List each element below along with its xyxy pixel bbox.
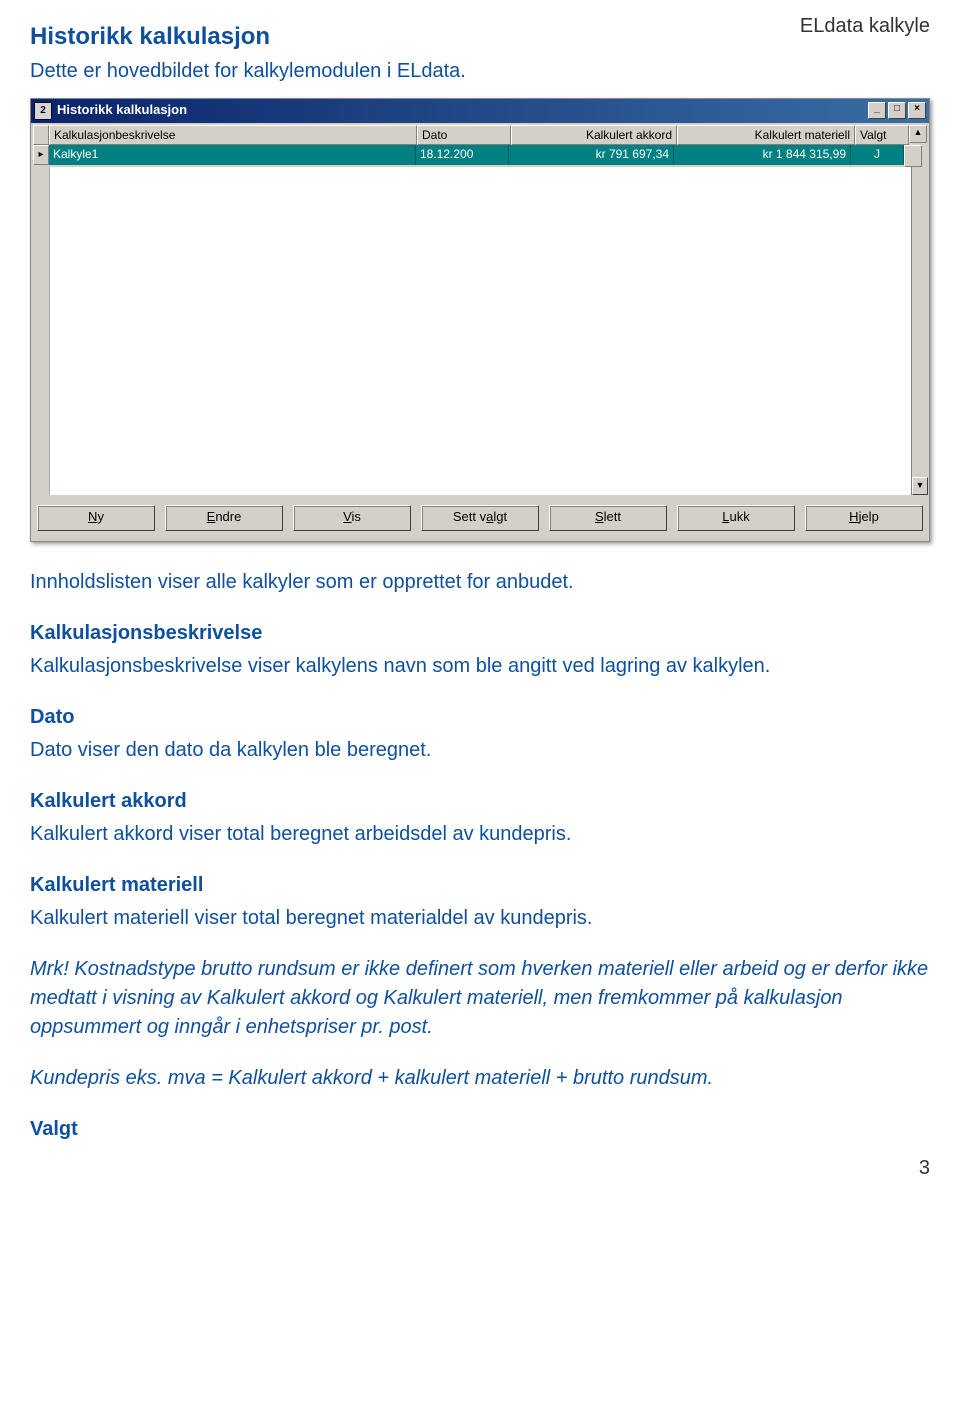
col-akkord[interactable]: Kalkulert akkord [511,125,677,145]
page-title: Historikk kalkulasjon [30,20,930,55]
vertical-scrollbar[interactable]: ▼ [911,167,928,495]
window-icon: 2 [34,102,52,120]
sett-valgt-button[interactable]: Sett valgt [421,505,539,531]
data-grid: Kalkulasjonbeskrivelse Dato Kalkulert ak… [31,123,929,497]
cell-akkord: kr 791 697,34 [509,145,674,165]
titlebar: 2 Historikk kalkulasjon _ □ × [31,99,929,123]
cell-dato: 18.12.200 [416,145,509,165]
heading-materiell: Kalkulert materiell [30,871,930,900]
para-materiell: Kalkulert materiell viser total beregnet… [30,904,930,933]
grid-corner [33,125,49,145]
maximize-button[interactable]: □ [888,102,906,119]
para-intro: Innholdslisten viser alle kalkyler som e… [30,568,930,597]
scroll-down-icon[interactable]: ▼ [912,477,928,495]
grid-body-empty: ▼ [49,167,927,495]
minimize-button[interactable]: _ [868,102,886,119]
lukk-button[interactable]: Lukk [677,505,795,531]
heading-akkord: Kalkulert akkord [30,787,930,816]
scroll-up-icon[interactable]: ▲ [909,125,927,143]
page-subtitle: Dette er hovedbildet for kalkylemodulen … [30,57,930,86]
heading-kalkulasjonsbeskrivelse: Kalkulasjonsbeskrivelse [30,619,930,648]
ny-button[interactable]: Ny [37,505,155,531]
cell-valgt: J [851,145,904,165]
table-row[interactable]: ▸ Kalkyle1 18.12.200 kr 791 697,34 kr 1 … [33,145,927,167]
heading-valgt: Valgt [30,1115,930,1144]
heading-dato: Dato [30,703,930,732]
para-akkord: Kalkulert akkord viser total beregnet ar… [30,820,930,849]
col-materiell[interactable]: Kalkulert materiell [677,125,855,145]
endre-button[interactable]: Endre [165,505,283,531]
col-valgt[interactable]: Valgt [855,125,909,145]
para-kalkulasjonsbeskrivelse: Kalkulasjonsbeskrivelse viser kalkylens … [30,652,930,681]
para-kundepris: Kundepris eks. mva = Kalkulert akkord + … [30,1064,930,1093]
row-marker-icon: ▸ [33,145,49,165]
column-headers: Kalkulasjonbeskrivelse Dato Kalkulert ak… [33,125,927,145]
scrollbar-thumb[interactable] [904,145,922,167]
slett-button[interactable]: Slett [549,505,667,531]
col-beskrivelse[interactable]: Kalkulasjonbeskrivelse [49,125,417,145]
para-dato: Dato viser den dato da kalkylen ble bere… [30,736,930,765]
vis-button[interactable]: Vis [293,505,411,531]
page-number: 3 [30,1154,930,1183]
doc-header-right: ELdata kalkyle [800,12,930,41]
button-bar: Ny Endre Vis Sett valgt Slett Lukk Hjelp [31,497,929,541]
cell-materiell: kr 1 844 315,99 [674,145,851,165]
close-button[interactable]: × [908,102,926,119]
hjelp-button[interactable]: Hjelp [805,505,923,531]
cell-beskrivelse: Kalkyle1 [49,145,416,165]
window-title: Historikk kalkulasjon [57,101,866,120]
col-dato[interactable]: Dato [417,125,511,145]
historikk-window: 2 Historikk kalkulasjon _ □ × Kalkulasjo… [30,98,930,542]
window-icon-text: 2 [40,104,46,119]
para-mrk: Mrk! Kostnadstype brutto rundsum er ikke… [30,955,930,1042]
